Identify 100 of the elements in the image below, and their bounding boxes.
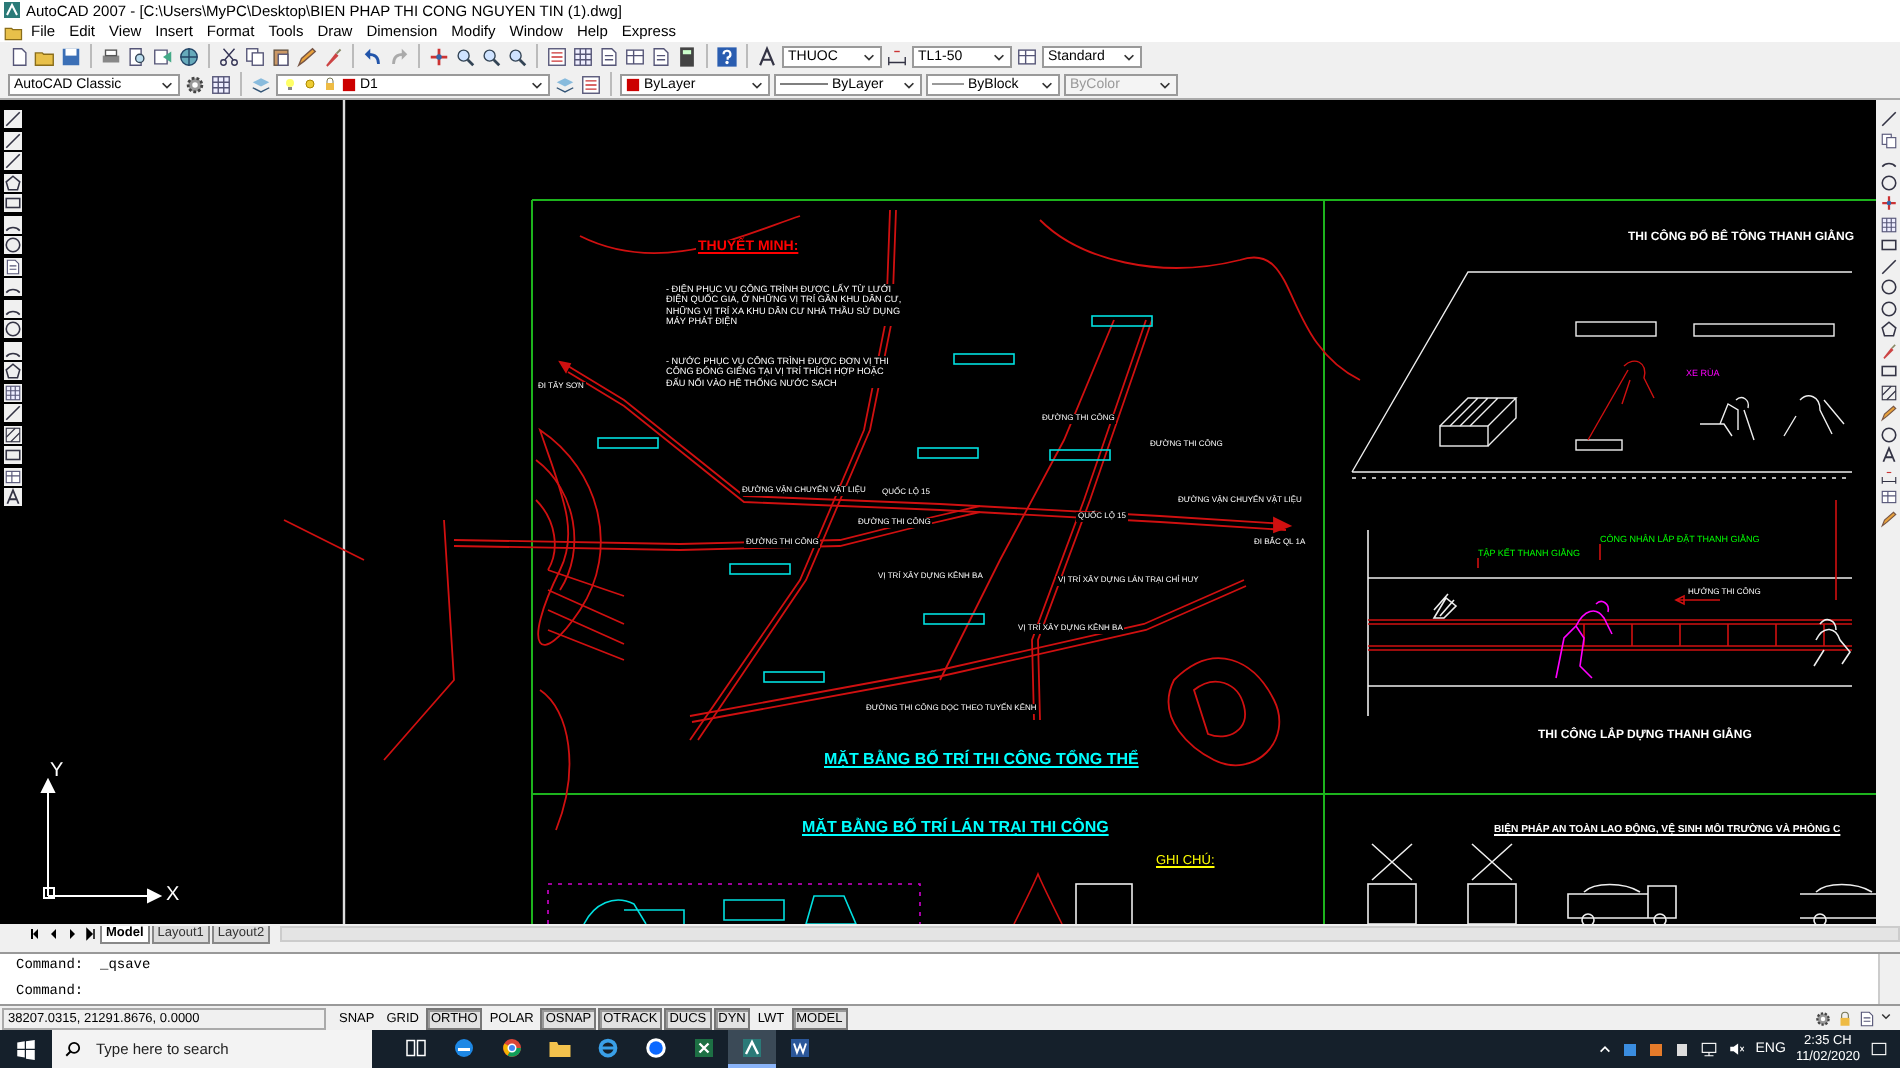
text-style-icon[interactable] bbox=[756, 45, 778, 67]
windows-start-icon[interactable] bbox=[16, 1039, 36, 1059]
color-swatch-icon bbox=[342, 77, 356, 91]
spreadsheet-icon[interactable] bbox=[692, 1035, 716, 1059]
arc-icon[interactable] bbox=[3, 341, 21, 359]
document-app-icon[interactable] bbox=[788, 1035, 812, 1059]
vertical-scrollbar[interactable] bbox=[1878, 954, 1900, 1004]
hatch-icon[interactable] bbox=[3, 425, 21, 443]
copy-icon[interactable] bbox=[244, 45, 266, 67]
table-icon[interactable] bbox=[624, 45, 646, 67]
cut-icon[interactable] bbox=[218, 45, 240, 67]
lock-icon bbox=[322, 76, 338, 92]
polygon-icon[interactable] bbox=[1879, 320, 1897, 338]
settings-icon[interactable] bbox=[184, 73, 206, 95]
copy-icon[interactable] bbox=[1879, 131, 1897, 149]
axis-label: X bbox=[166, 884, 180, 906]
help-icon[interactable] bbox=[716, 45, 738, 67]
search-icon bbox=[64, 1040, 82, 1058]
print-icon[interactable] bbox=[100, 45, 122, 67]
dimension-icon[interactable] bbox=[886, 45, 908, 67]
text-style-icon[interactable] bbox=[1879, 446, 1897, 464]
caret-icon bbox=[992, 49, 1006, 63]
caret-icon bbox=[1158, 77, 1172, 91]
browser-icon[interactable] bbox=[596, 1035, 620, 1059]
properties-icon[interactable] bbox=[546, 45, 568, 67]
polygon-icon[interactable] bbox=[3, 362, 21, 380]
pencil-icon[interactable] bbox=[1879, 509, 1897, 527]
circle-icon[interactable] bbox=[1879, 173, 1897, 191]
horizontal-scrollbar[interactable] bbox=[280, 926, 1900, 942]
caret-icon[interactable] bbox=[1597, 1042, 1612, 1056]
circle-icon[interactable] bbox=[1879, 299, 1897, 317]
line-icon[interactable] bbox=[3, 110, 21, 128]
settings-icon[interactable] bbox=[1814, 1009, 1832, 1027]
hatch-icon[interactable] bbox=[1879, 383, 1897, 401]
pan-icon[interactable] bbox=[1879, 194, 1897, 212]
brush-icon[interactable] bbox=[1879, 341, 1897, 359]
line-icon[interactable] bbox=[3, 152, 21, 170]
pencil-icon[interactable] bbox=[1879, 404, 1897, 422]
caret-icon bbox=[160, 77, 174, 91]
circle-icon[interactable] bbox=[3, 236, 21, 254]
first-tab-icon[interactable] bbox=[28, 926, 44, 942]
table-icon[interactable] bbox=[1016, 45, 1038, 67]
caret-icon bbox=[1040, 77, 1054, 91]
rectangle-icon[interactable] bbox=[3, 194, 21, 212]
zoom-icon[interactable] bbox=[506, 45, 528, 67]
drawing-title: MẶT BẰNG BỐ TRÍ THI CÔNG TỔNG THỂ bbox=[822, 750, 1141, 769]
network-icon[interactable] bbox=[1699, 1040, 1718, 1058]
browser-icon[interactable] bbox=[500, 1035, 524, 1059]
layers-icon[interactable] bbox=[250, 73, 272, 95]
table-icon[interactable] bbox=[1879, 488, 1897, 506]
pan-icon[interactable] bbox=[428, 45, 450, 67]
cad-app-icon[interactable] bbox=[740, 1035, 764, 1059]
line-icon[interactable] bbox=[3, 131, 21, 149]
rectangle-icon[interactable] bbox=[1879, 362, 1897, 380]
caret-icon bbox=[530, 77, 544, 91]
zoom-icon[interactable] bbox=[480, 45, 502, 67]
last-tab-icon[interactable] bbox=[82, 926, 98, 942]
task-view-icon[interactable] bbox=[404, 1035, 428, 1059]
caret-icon bbox=[1122, 49, 1136, 63]
undo-icon[interactable] bbox=[362, 45, 384, 67]
speaker-icon[interactable] bbox=[1727, 1040, 1746, 1058]
globe-icon[interactable] bbox=[178, 45, 200, 67]
save-icon[interactable] bbox=[60, 45, 82, 67]
axis-label: Y bbox=[50, 760, 64, 782]
layers-icon[interactable] bbox=[554, 73, 576, 95]
circle-icon[interactable] bbox=[1879, 278, 1897, 296]
caret-icon bbox=[862, 49, 876, 63]
text-style-icon[interactable] bbox=[3, 488, 21, 506]
rectangle-icon[interactable] bbox=[1879, 236, 1897, 254]
arc-icon[interactable] bbox=[3, 278, 21, 296]
polygon-icon[interactable] bbox=[3, 173, 21, 191]
previous-tab-icon[interactable] bbox=[46, 926, 62, 942]
next-tab-icon[interactable] bbox=[64, 926, 80, 942]
brush-icon[interactable] bbox=[322, 45, 344, 67]
calculator-icon[interactable] bbox=[676, 45, 698, 67]
grid-icon[interactable] bbox=[3, 383, 21, 401]
rectangle-icon[interactable] bbox=[3, 446, 21, 464]
zoom-icon[interactable] bbox=[454, 45, 476, 67]
arc-icon[interactable] bbox=[3, 299, 21, 317]
line-icon[interactable] bbox=[1879, 257, 1897, 275]
line-sample-icon bbox=[780, 78, 828, 90]
ucs-axis-icon bbox=[40, 777, 163, 904]
table-icon[interactable] bbox=[3, 467, 21, 485]
paste-icon[interactable] bbox=[270, 45, 292, 67]
preview-icon[interactable] bbox=[126, 45, 148, 67]
line-sample-icon bbox=[932, 78, 964, 90]
grid-icon[interactable] bbox=[572, 45, 594, 67]
line-icon[interactable] bbox=[3, 404, 21, 422]
notification-icon[interactable] bbox=[1870, 1040, 1888, 1058]
dimension-icon[interactable] bbox=[1879, 467, 1897, 485]
caret-icon[interactable] bbox=[1880, 1009, 1892, 1021]
circle-icon[interactable] bbox=[1879, 425, 1897, 443]
publish-icon[interactable] bbox=[152, 45, 174, 67]
browser-icon[interactable] bbox=[452, 1035, 476, 1059]
properties-icon[interactable] bbox=[580, 73, 602, 95]
arc-icon[interactable] bbox=[3, 215, 21, 233]
grid-icon[interactable] bbox=[210, 73, 232, 95]
circle-icon[interactable] bbox=[3, 320, 21, 338]
bulb-icon bbox=[282, 76, 298, 92]
chat-icon[interactable] bbox=[644, 1035, 668, 1059]
